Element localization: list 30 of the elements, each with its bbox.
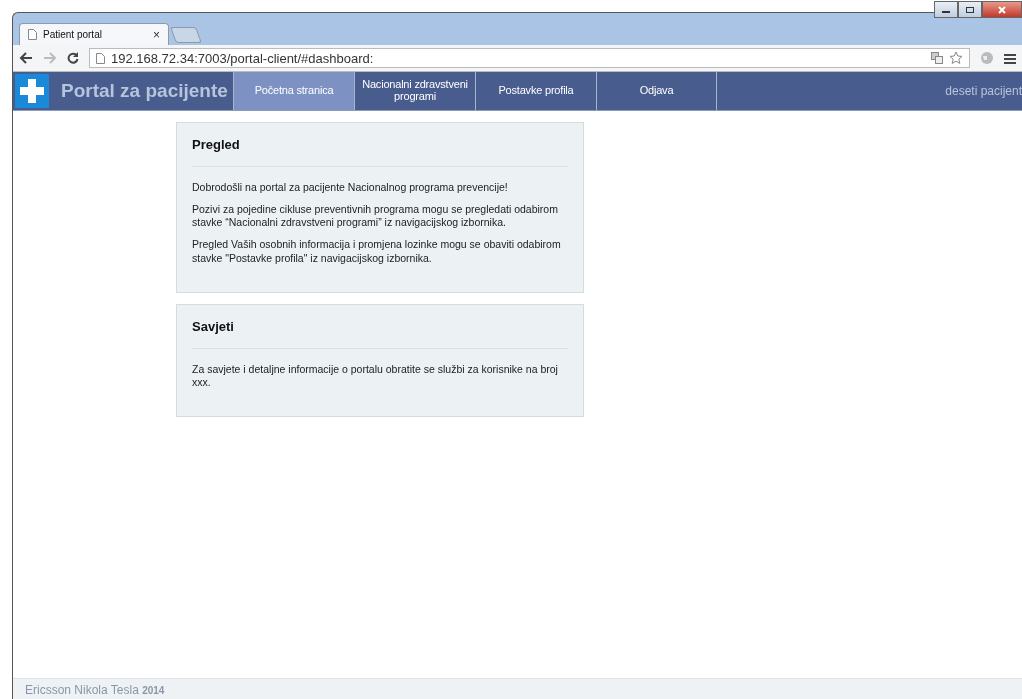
address-bar[interactable]: 192.168.72.34:7003/portal-client/#dashboard: — [89, 48, 970, 68]
reload-icon[interactable] — [67, 52, 79, 64]
nav-tab[interactable]: Odjava — [596, 72, 717, 110]
star-icon[interactable] — [949, 51, 963, 65]
menu-icon[interactable] — [1004, 52, 1016, 64]
panel-title: Pregled — [192, 137, 568, 167]
back-icon[interactable] — [19, 52, 33, 64]
close-window-button[interactable] — [982, 1, 1022, 18]
url-text: 192.168.72.34:7003/portal-client/#dashboard: — [111, 50, 374, 66]
panel-text: Za savjete i detaljne informacije o portalu obratite se službi za korisnike na broj xxx. — [192, 362, 559, 389]
panel-text: Pozivi za pojedine cikluse preventivnih programa mogu se pregledati odabirom stavke “Nacionalni zdravstveni programi” iz navigacijskog izbornika. — [192, 203, 559, 230]
panel-text: Dobrodošli na portal za pacijente Nacionalnog programa prevencije! — [192, 181, 509, 195]
plus-logo-icon — [15, 74, 49, 108]
page-icon — [96, 52, 105, 64]
nav-tab[interactable]: Postavke profila — [475, 72, 596, 110]
user-name: deseti pacijent — [945, 84, 1022, 98]
tab-title: Patient portal — [43, 29, 103, 40]
close-tab-button[interactable]: × — [153, 27, 160, 42]
minimize-button[interactable] — [934, 1, 958, 18]
maximize-icon — [965, 5, 975, 14]
footer-text: Ericsson Nikola Tesla 2014 — [25, 682, 165, 697]
translate-icon[interactable] — [931, 52, 943, 64]
close-icon — [997, 5, 1007, 14]
panel-title: Savjeti — [192, 318, 568, 349]
panel-text: Pregled Vaših osobnih informacija i promjena lozinke mogu se obaviti odabirom stavke "Postavke profila" iz navigacijskog izbornika. — [192, 238, 562, 265]
maximize-button[interactable] — [958, 1, 982, 18]
browser-tab[interactable]: Patient portal × — [19, 23, 169, 45]
nav-tab[interactable]: Nacionalni zdravstveni programi — [354, 72, 475, 110]
app-title: Portal za pacijente — [60, 80, 229, 102]
page-icon — [28, 29, 37, 40]
